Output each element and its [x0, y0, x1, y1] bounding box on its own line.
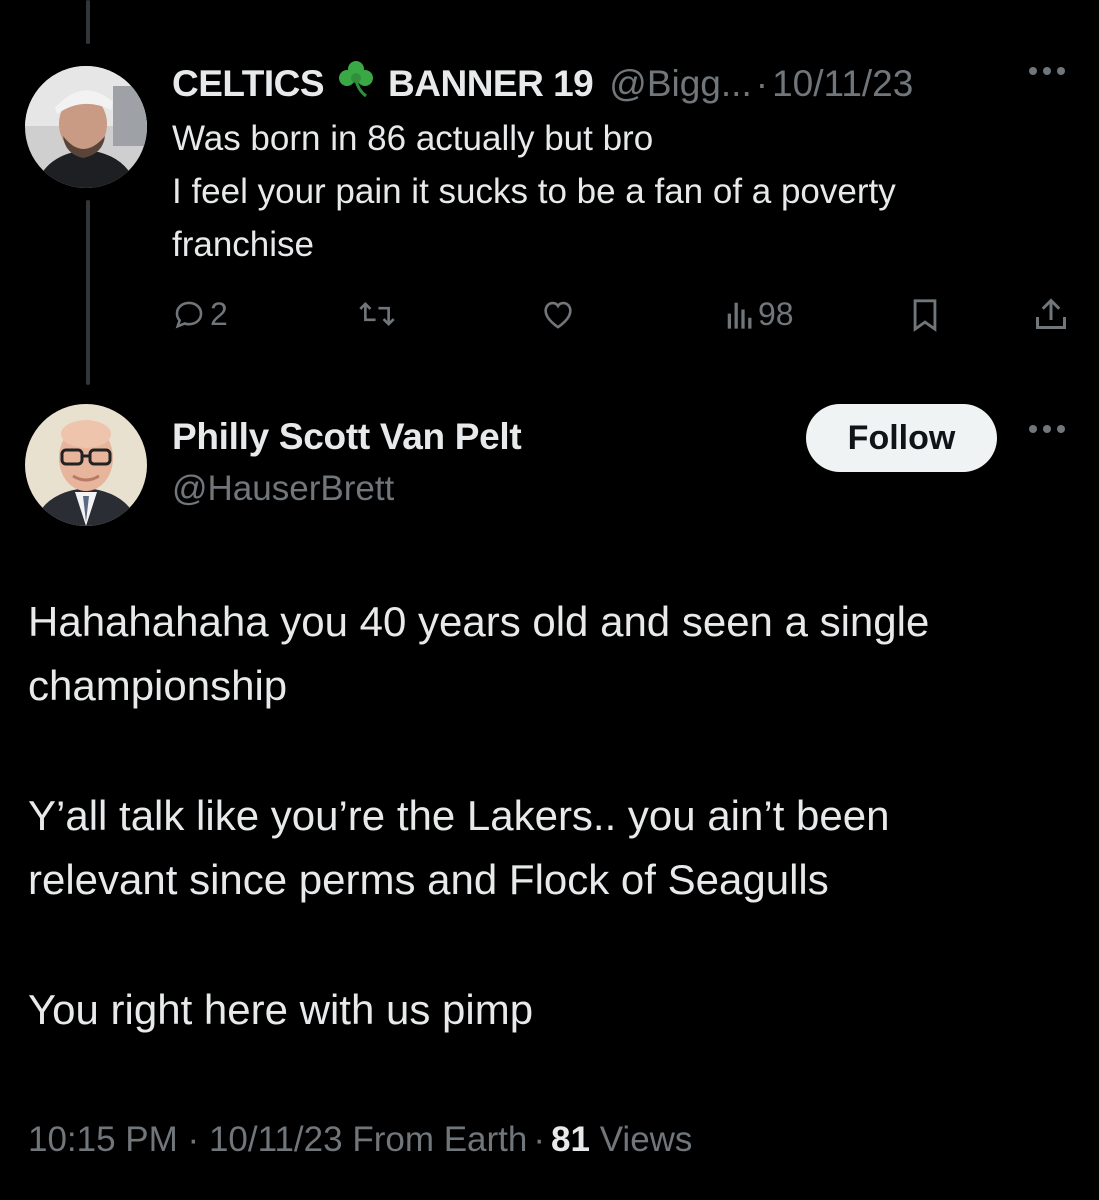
reply-more-options[interactable] — [1027, 64, 1067, 82]
reply-button[interactable]: 2 — [172, 296, 228, 333]
bookmark-icon — [913, 299, 937, 332]
tweet-text-line: You right here with us pimp — [28, 986, 534, 1033]
reply-date[interactable]: 10/11/23 — [772, 61, 913, 107]
reply-display-name-part2[interactable]: BANNER 19 — [388, 61, 594, 107]
share-icon — [1036, 298, 1066, 329]
main-display-name[interactable]: Philly Scott Van Pelt — [172, 414, 522, 460]
main-avatar[interactable] — [25, 404, 147, 526]
views-count: 98 — [758, 296, 794, 332]
meta-separator: · — [533, 1120, 546, 1159]
reply-avatar[interactable] — [25, 66, 147, 188]
avatar-photo-man-glasses — [25, 404, 147, 526]
comment-icon — [175, 301, 203, 329]
main-handle[interactable]: @HauserBrett — [172, 466, 394, 512]
main-more-options[interactable] — [1027, 422, 1067, 440]
reply-separator: · — [755, 62, 769, 104]
thread-connector-top — [86, 0, 90, 44]
views-button[interactable]: 98 — [726, 296, 794, 333]
analytics-icon — [727, 302, 752, 329]
share-button[interactable] — [1034, 296, 1068, 332]
tweet-source: From Earth — [352, 1120, 528, 1159]
avatar-photo-man-cap — [25, 66, 147, 188]
ellipsis-icon — [1029, 67, 1065, 75]
shamrock-icon — [336, 58, 376, 109]
main-tweet-text: Hahahahaha you 40 years old and seen a s… — [28, 590, 1078, 1042]
views-label[interactable]: Views — [600, 1120, 693, 1159]
tweet-text-line: Y’all talk like you’re the Lakers.. you … — [28, 792, 890, 839]
reply-header: CELTICS BANNER 19 @Bigg... · 10/11/23 — [172, 58, 913, 109]
reply-handle[interactable]: @Bigg... — [609, 61, 751, 107]
heart-icon — [544, 301, 572, 329]
reply-text-line: Was born in 86 actually but bro — [172, 119, 654, 158]
reply-text-line: franchise — [172, 225, 315, 264]
reply-tweet-text: Was born in 86 actually but bro I feel y… — [172, 112, 1072, 271]
ellipsis-icon — [1029, 425, 1065, 433]
repost-icon — [359, 301, 395, 327]
tweet-date[interactable]: 10/11/23 — [209, 1120, 343, 1159]
bookmark-button[interactable] — [910, 298, 940, 332]
reply-display-name-part1[interactable]: CELTICS — [172, 61, 325, 107]
tweet-text-line: Hahahahaha you 40 years old and seen a s… — [28, 598, 930, 645]
tweet-meta: 10:15 PM · 10/11/23 From Earth · 81 Views — [28, 1116, 692, 1164]
reply-action-bar: 2 98 — [0, 296, 1099, 336]
thread-connector — [86, 200, 90, 385]
meta-separator: · — [187, 1120, 200, 1159]
follow-button[interactable]: Follow — [806, 404, 997, 472]
repost-button[interactable] — [358, 298, 396, 330]
tweet-time[interactable]: 10:15 PM — [28, 1120, 178, 1159]
reply-text-line: I feel your pain it sucks to be a fan of… — [172, 172, 896, 211]
views-number[interactable]: 81 — [551, 1120, 590, 1159]
like-button[interactable] — [540, 298, 576, 330]
tweet-text-line: relevant since perms and Flock of Seagul… — [28, 856, 829, 903]
reply-count: 2 — [210, 296, 228, 332]
tweet-text-line: championship — [28, 662, 288, 709]
